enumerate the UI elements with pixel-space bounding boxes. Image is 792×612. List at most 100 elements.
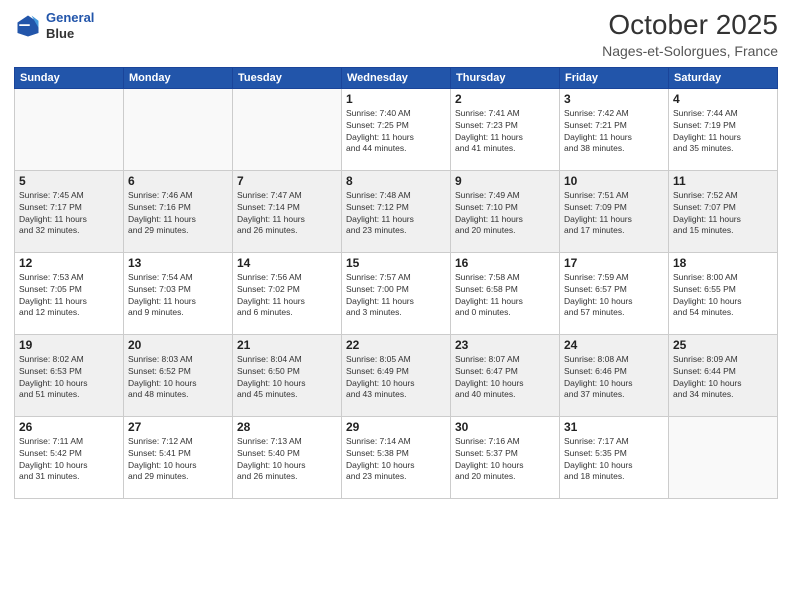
calendar-cell: [124, 88, 233, 170]
day-number: 16: [455, 256, 555, 270]
day-number: 25: [673, 338, 773, 352]
calendar-cell: 18 Sunrise: 8:00 AM Sunset: 6:55 PM Dayli…: [669, 252, 778, 334]
calendar-cell: 27Sunrise: 7:12 AM Sunset: 5:41 PM Dayli…: [124, 416, 233, 498]
day-info: Sunrise: 7:47 AM Sunset: 7:14 PM Dayligh…: [237, 190, 337, 238]
calendar-cell: 5Sunrise: 7:45 AM Sunset: 7:17 PM Daylig…: [15, 170, 124, 252]
day-info: Sunrise: 7:59 AM Sunset: 6:57 PM Dayligh…: [564, 272, 664, 320]
calendar-cell: 21 Sunrise: 8:04 AM Sunset: 6:50 PM Dayli…: [233, 334, 342, 416]
day-info: Sunrise: 7:11 AM Sunset: 5:42 PM Dayligh…: [19, 436, 119, 484]
day-info: Sunrise: 8:04 AM Sunset: 6:50 PM Dayligh…: [237, 354, 337, 402]
calendar-header-row: SundayMondayTuesdayWednesdayThursdayFrid…: [15, 67, 778, 88]
calendar-cell: 15Sunrise: 7:57 AM Sunset: 7:00 PM Dayli…: [342, 252, 451, 334]
page: General Blue October 2025 Nages-et-Solor…: [0, 0, 792, 612]
calendar-cell: [669, 416, 778, 498]
calendar-cell: 31 Sunrise: 7:17 AM Sunset: 5:35 PM Dayli…: [560, 416, 669, 498]
weekday-header: Sunday: [15, 67, 124, 88]
day-number: 24: [564, 338, 664, 352]
day-info: Sunrise: 7:58 AM Sunset: 6:58 PM Dayligh…: [455, 272, 555, 320]
logo-text: General Blue: [46, 10, 94, 41]
weekday-header: Saturday: [669, 67, 778, 88]
header: General Blue October 2025 Nages-et-Solor…: [14, 10, 778, 59]
calendar-cell: 17Sunrise: 7:59 AM Sunset: 6:57 PM Dayli…: [560, 252, 669, 334]
day-number: 18: [673, 256, 773, 270]
calendar-week-row: 26 Sunrise: 7:11 AM Sunset: 5:42 PM Dayli…: [15, 416, 778, 498]
weekday-header: Thursday: [451, 67, 560, 88]
weekday-header: Tuesday: [233, 67, 342, 88]
calendar-cell: 11 Sunrise: 7:52 AM Sunset: 7:07 PM Dayli…: [669, 170, 778, 252]
calendar-cell: 22 Sunrise: 8:05 AM Sunset: 6:49 PM Dayli…: [342, 334, 451, 416]
calendar-cell: 13 Sunrise: 7:54 AM Sunset: 7:03 PM Dayli…: [124, 252, 233, 334]
calendar-cell: 2 Sunrise: 7:41 AM Sunset: 7:23 PM Daylig…: [451, 88, 560, 170]
day-info: Sunrise: 8:00 AM Sunset: 6:55 PM Dayligh…: [673, 272, 773, 320]
calendar-cell: 14Sunrise: 7:56 AM Sunset: 7:02 PM Dayli…: [233, 252, 342, 334]
calendar-cell: 7 Sunrise: 7:47 AM Sunset: 7:14 PM Daylig…: [233, 170, 342, 252]
day-number: 26: [19, 420, 119, 434]
calendar-cell: [15, 88, 124, 170]
day-number: 23: [455, 338, 555, 352]
day-number: 13: [128, 256, 228, 270]
day-info: Sunrise: 7:46 AM Sunset: 7:16 PM Dayligh…: [128, 190, 228, 238]
day-info: Sunrise: 7:44 AM Sunset: 7:19 PM Dayligh…: [673, 108, 773, 156]
day-number: 21: [237, 338, 337, 352]
day-number: 7: [237, 174, 337, 188]
day-info: Sunrise: 7:52 AM Sunset: 7:07 PM Dayligh…: [673, 190, 773, 238]
day-number: 6: [128, 174, 228, 188]
location-title: Nages-et-Solorgues, France: [602, 43, 778, 59]
calendar-cell: 1 Sunrise: 7:40 AM Sunset: 7:25 PM Daylig…: [342, 88, 451, 170]
day-number: 12: [19, 256, 119, 270]
calendar-cell: 9Sunrise: 7:49 AM Sunset: 7:10 PM Daylig…: [451, 170, 560, 252]
title-block: October 2025 Nages-et-Solorgues, France: [602, 10, 778, 59]
day-number: 20: [128, 338, 228, 352]
calendar-cell: 8 Sunrise: 7:48 AM Sunset: 7:12 PM Daylig…: [342, 170, 451, 252]
day-info: Sunrise: 8:07 AM Sunset: 6:47 PM Dayligh…: [455, 354, 555, 402]
month-title: October 2025: [602, 10, 778, 41]
day-number: 19: [19, 338, 119, 352]
day-number: 29: [346, 420, 446, 434]
day-number: 2: [455, 92, 555, 106]
day-number: 31: [564, 420, 664, 434]
calendar-table: SundayMondayTuesdayWednesdayThursdayFrid…: [14, 67, 778, 499]
day-info: Sunrise: 7:56 AM Sunset: 7:02 PM Dayligh…: [237, 272, 337, 320]
day-info: Sunrise: 7:16 AM Sunset: 5:37 PM Dayligh…: [455, 436, 555, 484]
day-info: Sunrise: 7:48 AM Sunset: 7:12 PM Dayligh…: [346, 190, 446, 238]
day-info: Sunrise: 8:09 AM Sunset: 6:44 PM Dayligh…: [673, 354, 773, 402]
day-number: 10: [564, 174, 664, 188]
day-info: Sunrise: 8:05 AM Sunset: 6:49 PM Dayligh…: [346, 354, 446, 402]
day-info: Sunrise: 7:40 AM Sunset: 7:25 PM Dayligh…: [346, 108, 446, 156]
day-info: Sunrise: 7:17 AM Sunset: 5:35 PM Dayligh…: [564, 436, 664, 484]
day-number: 22: [346, 338, 446, 352]
day-number: 9: [455, 174, 555, 188]
weekday-header: Friday: [560, 67, 669, 88]
weekday-header: Monday: [124, 67, 233, 88]
day-info: Sunrise: 8:02 AM Sunset: 6:53 PM Dayligh…: [19, 354, 119, 402]
calendar-cell: 28 Sunrise: 7:13 AM Sunset: 5:40 PM Dayli…: [233, 416, 342, 498]
day-number: 27: [128, 420, 228, 434]
calendar-cell: 30 Sunrise: 7:16 AM Sunset: 5:37 PM Dayli…: [451, 416, 560, 498]
calendar-cell: 16 Sunrise: 7:58 AM Sunset: 6:58 PM Dayli…: [451, 252, 560, 334]
calendar-week-row: 12Sunrise: 7:53 AM Sunset: 7:05 PM Dayli…: [15, 252, 778, 334]
day-number: 8: [346, 174, 446, 188]
day-number: 30: [455, 420, 555, 434]
calendar-cell: 6 Sunrise: 7:46 AM Sunset: 7:16 PM Daylig…: [124, 170, 233, 252]
calendar-week-row: 5Sunrise: 7:45 AM Sunset: 7:17 PM Daylig…: [15, 170, 778, 252]
day-info: Sunrise: 7:41 AM Sunset: 7:23 PM Dayligh…: [455, 108, 555, 156]
day-info: Sunrise: 7:13 AM Sunset: 5:40 PM Dayligh…: [237, 436, 337, 484]
day-number: 4: [673, 92, 773, 106]
calendar-week-row: 1 Sunrise: 7:40 AM Sunset: 7:25 PM Daylig…: [15, 88, 778, 170]
calendar-week-row: 19 Sunrise: 8:02 AM Sunset: 6:53 PM Dayli…: [15, 334, 778, 416]
day-number: 1: [346, 92, 446, 106]
calendar-cell: 29 Sunrise: 7:14 AM Sunset: 5:38 PM Dayli…: [342, 416, 451, 498]
day-info: Sunrise: 7:51 AM Sunset: 7:09 PM Dayligh…: [564, 190, 664, 238]
day-info: Sunrise: 7:57 AM Sunset: 7:00 PM Dayligh…: [346, 272, 446, 320]
calendar-cell: 4 Sunrise: 7:44 AM Sunset: 7:19 PM Daylig…: [669, 88, 778, 170]
day-info: Sunrise: 7:14 AM Sunset: 5:38 PM Dayligh…: [346, 436, 446, 484]
calendar-cell: 12Sunrise: 7:53 AM Sunset: 7:05 PM Dayli…: [15, 252, 124, 334]
calendar-cell: 25 Sunrise: 8:09 AM Sunset: 6:44 PM Dayli…: [669, 334, 778, 416]
day-info: Sunrise: 8:03 AM Sunset: 6:52 PM Dayligh…: [128, 354, 228, 402]
calendar-cell: [233, 88, 342, 170]
day-number: 11: [673, 174, 773, 188]
day-number: 28: [237, 420, 337, 434]
day-info: Sunrise: 8:08 AM Sunset: 6:46 PM Dayligh…: [564, 354, 664, 402]
day-info: Sunrise: 7:54 AM Sunset: 7:03 PM Dayligh…: [128, 272, 228, 320]
day-info: Sunrise: 7:45 AM Sunset: 7:17 PM Dayligh…: [19, 190, 119, 238]
